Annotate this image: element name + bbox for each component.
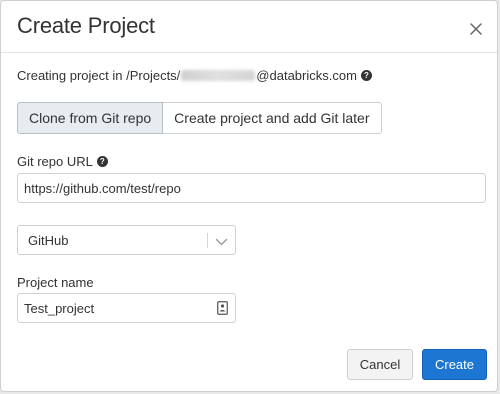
- project-name-label-row: Project name: [17, 275, 94, 290]
- chevron-down-icon: [215, 235, 228, 247]
- question-circle-icon[interactable]: ?: [96, 156, 108, 167]
- git-url-label-row: Git repo URL ?: [17, 154, 108, 169]
- git-url-label: Git repo URL: [17, 154, 93, 169]
- git-url-value: https://github.com/test/repo: [24, 180, 181, 196]
- git-url-input[interactable]: https://github.com/test/repo: [17, 173, 486, 203]
- dialog-title: Create Project: [17, 13, 155, 38]
- git-provider-select[interactable]: GitHub: [17, 225, 236, 255]
- project-name-input[interactable]: Test_project: [17, 293, 236, 323]
- redacted-username: [181, 70, 256, 81]
- question-circle-icon[interactable]: ?: [360, 70, 372, 81]
- path-suffix: @databricks.com: [256, 68, 357, 83]
- cancel-button[interactable]: Cancel: [347, 349, 413, 380]
- git-provider-value: GitHub: [28, 233, 69, 248]
- create-button[interactable]: Create: [422, 349, 487, 380]
- project-name-label: Project name: [17, 275, 94, 290]
- path-prefix: Creating project in /Projects/: [17, 68, 181, 83]
- create-project-dialog: Create Project Creating project in /Proj…: [0, 0, 498, 392]
- mode-toggle: Clone from Git repo Create project and a…: [17, 102, 382, 134]
- project-path: Creating project in /Projects/ @databric…: [17, 68, 372, 83]
- contact-card-icon[interactable]: [217, 301, 228, 315]
- clone-from-git-button[interactable]: Clone from Git repo: [17, 102, 164, 134]
- select-divider: [207, 233, 208, 248]
- dialog-header: Create Project: [1, 1, 497, 53]
- project-name-value: Test_project: [24, 300, 95, 316]
- close-icon[interactable]: [469, 22, 483, 36]
- create-without-git-button[interactable]: Create project and add Git later: [163, 102, 382, 134]
